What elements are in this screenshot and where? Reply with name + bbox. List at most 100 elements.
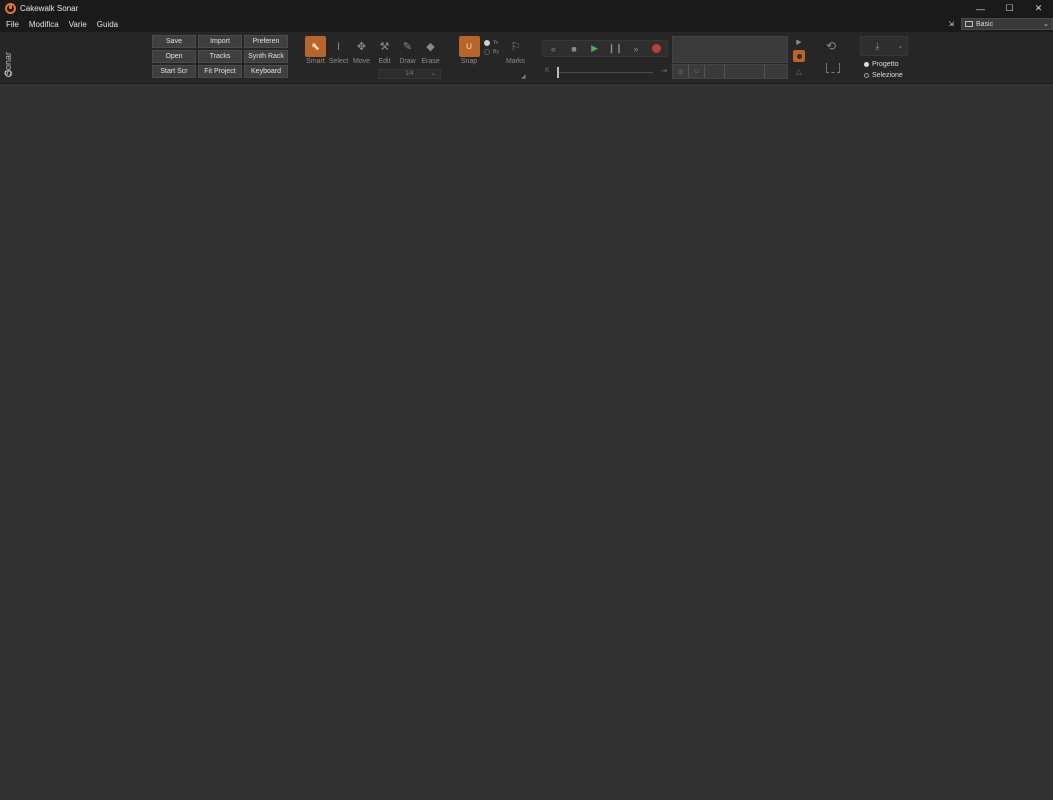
start-screen-button[interactable]: Start Scr [152, 65, 196, 78]
tool-draw-label: Draw [399, 58, 416, 65]
punch-icon[interactable] [826, 63, 840, 73]
magnet-icon: ∪ [458, 36, 480, 57]
fit-project-button[interactable]: Fit Project [198, 65, 242, 78]
tool-select[interactable]: I Select [327, 36, 350, 72]
menu-file[interactable]: File [0, 17, 24, 32]
transport-controls: « ■ ▶ ❙❙ » [542, 40, 668, 57]
marks-label: Marks [505, 58, 526, 65]
fast-forward-button[interactable]: » [628, 41, 644, 56]
window-title: Cakewalk Sonar [20, 4, 79, 13]
stop-button[interactable]: ■ [566, 41, 582, 56]
tool-move[interactable]: ✥ Move [350, 36, 373, 72]
snap-to-label: To [493, 39, 499, 46]
text-cursor-icon: I [336, 40, 341, 53]
tool-draw[interactable]: ✎ Draw [396, 36, 419, 72]
key-field[interactable] [765, 65, 787, 78]
tool-erase[interactable]: ◆ Erase [419, 36, 442, 72]
metronome-icon[interactable]: △ [796, 67, 802, 76]
snap-toggle[interactable]: ∪ Snap [458, 36, 480, 72]
record-arm-icon [796, 53, 802, 59]
quick-buttons-grid: Save Import Preferen Open Tracks Synth R… [152, 35, 290, 78]
flag-icon: ⚐ [510, 41, 521, 53]
preferences-button[interactable]: Preferen [244, 35, 288, 48]
snap-to-option[interactable]: To [484, 38, 499, 47]
menu-bar: File Modifica Varie Guida [0, 17, 1053, 32]
export-scope-options: Progetto Selezione [864, 59, 903, 81]
tool-edit-label: Edit [378, 58, 391, 65]
now-time-sub-display: ⊙ ☺ [672, 64, 788, 79]
record-side-controls: ▶ △ [792, 38, 806, 76]
play-button[interactable]: ▶ [587, 41, 603, 56]
export-control: ⤓ ⌄ [860, 36, 908, 56]
marks-button[interactable]: ⚐ Marks [504, 36, 527, 72]
cursor-icon: ⬉ [305, 36, 326, 57]
position-scrubber[interactable]: K ⇥ [545, 67, 667, 78]
snap-by-label: By [493, 48, 499, 55]
go-to-end-icon[interactable]: ⇥ [661, 67, 667, 75]
record-arm-button[interactable] [793, 50, 805, 62]
tool-erase-label: Erase [421, 58, 440, 65]
workspace-label: Basic [976, 20, 994, 28]
export-option-project-label: Progetto [872, 61, 899, 68]
keyboard-button[interactable]: Keyboard [244, 65, 288, 78]
snap-resolution-select[interactable]: 1/4 ⌄ [378, 69, 441, 79]
module-resize-icon[interactable]: ◢ [521, 73, 526, 80]
menu-guida[interactable]: Guida [92, 17, 123, 32]
workspace-select[interactable]: Basic ⌄ [961, 18, 1053, 30]
export-option-selection[interactable]: Selezione [864, 70, 903, 81]
wrench-icon: ⚒ [379, 41, 390, 53]
snap-by-option[interactable]: By [484, 47, 499, 56]
sonar-logo-icon [5, 3, 16, 14]
chevron-down-icon: ⌄ [1043, 21, 1049, 28]
tempo-icon[interactable]: ☺ [689, 65, 705, 78]
snap-label: Snap [460, 58, 478, 65]
chevron-down-icon: ⌄ [430, 71, 436, 77]
tempo-field[interactable] [725, 65, 765, 78]
export-icon[interactable]: ⤓ [861, 41, 894, 52]
tool-smart-label: Smart [306, 58, 325, 65]
minimize-button[interactable]: — [966, 0, 995, 17]
scrubber-handle[interactable] [557, 67, 559, 78]
meter-field[interactable] [705, 65, 725, 78]
tool-move-label: Move [352, 58, 371, 65]
snapshot-icon[interactable]: ⊙ [673, 65, 689, 78]
play-from-icon[interactable]: ▶ [796, 38, 801, 48]
go-to-start-icon[interactable]: K [545, 67, 550, 74]
rewind-button[interactable]: « [545, 41, 561, 56]
window-controls: — ☐ ✕ [966, 0, 1053, 17]
record-icon [652, 44, 662, 53]
synth-rack-button[interactable]: Synth Rack [244, 50, 288, 63]
export-option-selection-label: Selezione [872, 72, 903, 79]
menu-modifica[interactable]: Modifica [24, 17, 64, 32]
scrubber-track [557, 72, 653, 73]
tracks-button[interactable]: Tracks [198, 50, 242, 63]
pin-icon[interactable]: ⇲ [945, 18, 957, 30]
export-option-project[interactable]: Progetto [864, 59, 903, 70]
workspace-icon [965, 21, 973, 27]
app-window: Cakewalk Sonar — ☐ ✕ File Modifica Varie… [0, 0, 1053, 800]
tools-module: ⬉ Smart I Select ✥ Move ⚒ Edit ✎ Draw ◆ … [304, 36, 442, 72]
tool-select-label: Select [328, 58, 349, 65]
move-icon: ✥ [356, 41, 367, 53]
open-button[interactable]: Open [152, 50, 196, 63]
tool-edit[interactable]: ⚒ Edit [373, 36, 396, 72]
snap-mode-options: To By [484, 38, 499, 56]
radio-on-icon [484, 39, 490, 46]
radio-on-icon [864, 62, 869, 67]
close-button[interactable]: ✕ [1024, 0, 1053, 17]
workspace-area: ⇲ Basic ⌄ [945, 18, 1053, 30]
radio-off-icon [864, 73, 869, 78]
now-time-display[interactable] [672, 36, 788, 63]
radio-off-icon [484, 48, 490, 55]
chevron-down-icon[interactable]: ⌄ [894, 42, 907, 50]
tool-smart[interactable]: ⬉ Smart [304, 36, 327, 72]
pencil-icon: ✎ [402, 41, 413, 53]
save-button[interactable]: Save [152, 35, 196, 48]
record-button[interactable] [649, 41, 665, 56]
pause-button[interactable]: ❙❙ [607, 41, 623, 56]
import-button[interactable]: Import [198, 35, 242, 48]
maximize-button[interactable]: ☐ [995, 0, 1024, 17]
loop-icon[interactable]: ⟲ [826, 39, 836, 53]
menu-varie[interactable]: Varie [64, 17, 92, 32]
title-bar: Cakewalk Sonar — ☐ ✕ [0, 0, 1053, 17]
